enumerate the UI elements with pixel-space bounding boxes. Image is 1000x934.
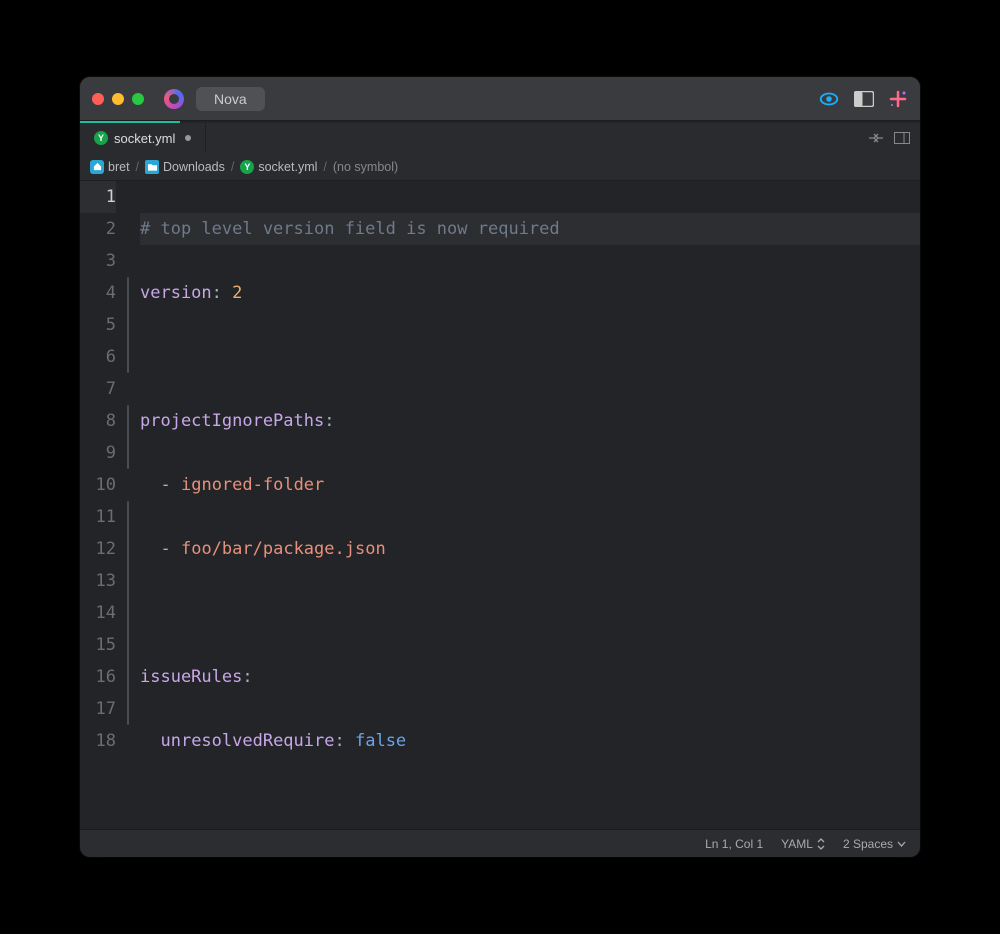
- crumb-home[interactable]: bret: [90, 160, 130, 174]
- status-indent-label: 2 Spaces: [843, 837, 893, 851]
- status-language-selector[interactable]: YAML: [781, 837, 825, 851]
- line-number: 13: [80, 565, 116, 597]
- crumb-folder-label: Downloads: [163, 160, 225, 174]
- zoom-window-button[interactable]: [132, 93, 144, 105]
- tab-filename: socket.yml: [114, 131, 175, 146]
- line-number: 14: [80, 597, 116, 629]
- line-number: 3: [80, 245, 116, 277]
- crumb-file[interactable]: Y socket.yml: [240, 160, 317, 174]
- tab-socket-yml[interactable]: Y socket.yml: [80, 123, 206, 153]
- crumb-folder[interactable]: Downloads: [145, 160, 225, 174]
- tab-dirty-indicator: [185, 135, 191, 141]
- crumb-home-label: bret: [108, 160, 130, 174]
- tabbar: Y socket.yml: [80, 123, 920, 153]
- line-number: 18: [80, 725, 116, 757]
- line-number: 11: [80, 501, 116, 533]
- add-sparkle-button[interactable]: [888, 89, 908, 109]
- panel-layout-button[interactable]: [894, 132, 910, 144]
- line-number: 8: [80, 405, 116, 437]
- crumb-sep: /: [136, 160, 139, 174]
- status-language-label: YAML: [781, 837, 813, 851]
- yaml-list-item: ignored-folder: [181, 475, 324, 495]
- status-cursor-position[interactable]: Ln 1, Col 1: [705, 837, 763, 851]
- crumb-sep: /: [323, 160, 326, 174]
- line-number: 12: [80, 533, 116, 565]
- close-window-button[interactable]: [92, 93, 104, 105]
- chevron-down-icon: [897, 841, 906, 847]
- sidebar-toggle-button[interactable]: [854, 91, 874, 107]
- minimize-window-button[interactable]: [112, 93, 124, 105]
- yaml-value: 2: [232, 283, 242, 303]
- line-number: 5: [80, 309, 116, 341]
- line-number: 15: [80, 629, 116, 661]
- preview-eye-button[interactable]: [818, 88, 840, 110]
- line-number: 9: [80, 437, 116, 469]
- crumb-sep: /: [231, 160, 234, 174]
- yaml-key: unresolvedRequire: [160, 731, 334, 751]
- line-number: 10: [80, 469, 116, 501]
- line-number: 7: [80, 373, 116, 405]
- yaml-file-icon: Y: [240, 160, 254, 174]
- folder-icon: [145, 160, 159, 174]
- line-number-gutter: 1 2 3 4 5 6 7 8 9 10 11 12 13 14 15 16 1…: [80, 181, 126, 829]
- split-editor-button[interactable]: [868, 132, 884, 144]
- app-logo-icon: [164, 89, 184, 109]
- line-number: 1: [80, 181, 116, 213]
- yaml-key: issueRules: [140, 667, 242, 687]
- yaml-list-item: foo/bar/package.json: [181, 539, 386, 559]
- line-number: 4: [80, 277, 116, 309]
- breadcrumb: bret / Downloads / Y socket.yml / (no sy…: [80, 153, 920, 181]
- statusbar: Ln 1, Col 1 YAML 2 Spaces: [80, 829, 920, 857]
- line-number: 16: [80, 661, 116, 693]
- titlebar: Nova: [80, 77, 920, 121]
- home-icon: [90, 160, 104, 174]
- code-editor[interactable]: 1 2 3 4 5 6 7 8 9 10 11 12 13 14 15 16 1…: [80, 181, 920, 829]
- yaml-value: false: [355, 731, 406, 751]
- line-number: 2: [80, 213, 116, 245]
- crumb-file-label: socket.yml: [258, 160, 317, 174]
- yaml-key: projectIgnorePaths: [140, 411, 324, 431]
- yaml-key: version: [140, 283, 212, 303]
- yaml-file-icon: Y: [94, 131, 108, 145]
- code-content[interactable]: # top level version field is now require…: [130, 181, 920, 829]
- code-comment: # top level version field is now require…: [140, 219, 560, 239]
- crumb-symbol[interactable]: (no symbol): [333, 160, 398, 174]
- line-number: 17: [80, 693, 116, 725]
- app-title: Nova: [196, 87, 265, 111]
- updown-icon: [817, 838, 825, 850]
- editor-window: Nova Y socket.yml: [80, 77, 920, 857]
- status-indent-selector[interactable]: 2 Spaces: [843, 837, 906, 851]
- window-controls: [92, 93, 144, 105]
- line-number: 6: [80, 341, 116, 373]
